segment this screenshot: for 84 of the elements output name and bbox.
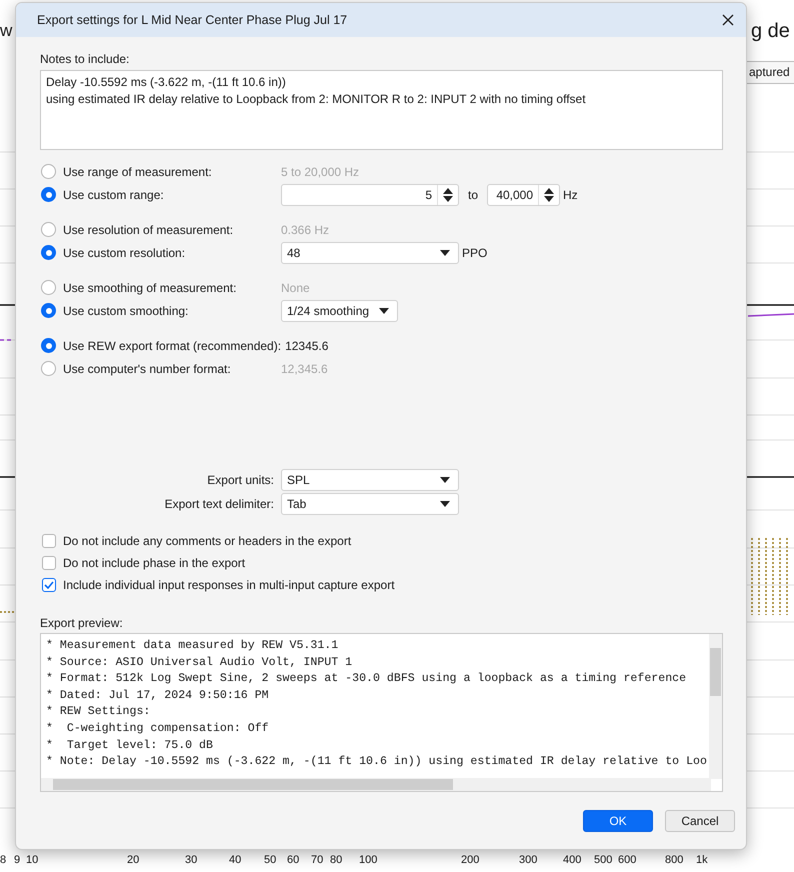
option-label: Use computer's number format: <box>63 360 231 378</box>
checkbox[interactable] <box>42 556 56 570</box>
axis-label: 50 <box>264 853 276 867</box>
radio-button[interactable] <box>41 338 56 353</box>
radio-button[interactable] <box>41 361 56 376</box>
axis-label: 600 <box>618 853 636 867</box>
checkbox-label: Include individual input responses in multi-input capture export <box>63 577 395 594</box>
axis-label: 200 <box>461 853 480 867</box>
option-label: Use smoothing of measurement: <box>63 280 236 296</box>
radio-button[interactable] <box>41 245 56 260</box>
axis-label: 8 <box>0 853 6 867</box>
dropdown[interactable]: 48 <box>281 242 459 264</box>
option-value: None <box>281 280 310 296</box>
caret-icon <box>440 476 450 482</box>
radio-button[interactable] <box>41 303 56 318</box>
horizontal-scrollbar[interactable] <box>41 778 711 791</box>
axis-label: 30 <box>185 853 198 867</box>
notes-line: Delay -10.5592 ms (-3.622 m, -(11 ft 10.6 in)) <box>46 74 286 90</box>
axis-label: 60 <box>287 853 300 867</box>
preview-line: * REW Settings: <box>46 704 150 720</box>
cancel-button[interactable]: Cancel <box>665 810 735 832</box>
notes-field[interactable]: Delay -10.5592 ms (-3.622 m, -(11 ft 10.6 in)) using estimated IR delay relative to Loopback from 2: MONITOR R to 2: INPUT 2 with no timing offset <box>40 70 723 150</box>
preview-line: * Note: Delay -10.5592 ms (-3.622 m, -(11 ft 10.6 in)) using estimated IR delay relative to Loo <box>46 754 707 770</box>
spinner-arrows-icon[interactable] <box>544 188 554 202</box>
axis-label: 9 <box>14 853 20 867</box>
field-label: Export units: <box>207 472 274 488</box>
axis-label: 100 <box>359 853 378 867</box>
axis-label: 500 <box>594 853 612 867</box>
preview-line: * Target level: 75.0 dB <box>46 738 213 754</box>
vertical-scrollbar[interactable] <box>709 634 722 779</box>
option-label: Use resolution of measurement: <box>63 222 234 238</box>
axis-label: 1k <box>696 853 708 867</box>
axis-label: 70 <box>311 853 324 867</box>
spinner-arrows-icon[interactable] <box>443 188 453 202</box>
ok-button[interactable]: OK <box>583 810 653 832</box>
preview-line: * Dated: Jul 17, 2024 9:50:16 PM <box>46 688 269 704</box>
option-label: Use REW export format (recommended): <box>63 338 282 354</box>
checkbox-label: Do not include any comments or headers in the export <box>63 533 352 550</box>
radio-button[interactable] <box>41 280 56 295</box>
captured-button[interactable]: aptured <box>744 61 794 84</box>
preview-label: Export preview: <box>40 616 123 630</box>
axis-label: 80 <box>330 853 342 867</box>
checkbox[interactable] <box>42 534 56 548</box>
close-icon[interactable] <box>722 14 734 26</box>
radio-button[interactable] <box>41 222 56 237</box>
option-value: 12,345.6 <box>281 360 328 378</box>
caret-icon <box>379 308 390 314</box>
axis-label: 300 <box>519 853 538 867</box>
axis-label: 10 <box>26 853 38 867</box>
option-value: 0.366 Hz <box>281 222 330 238</box>
number-field[interactable]: 5 <box>281 184 459 206</box>
notes-line: using estimated IR delay relative to Loopback from 2: MONITOR R to 2: INPUT 2 with no timing offset <box>46 90 586 107</box>
dropdown[interactable]: Tab <box>281 492 459 514</box>
checkbox-label: Do not include phase in the export <box>63 555 246 572</box>
preview-line: * Measurement data measured by REW V5.31.1 <box>46 638 338 654</box>
number-field[interactable]: 40,000 <box>487 184 560 206</box>
dropdown[interactable]: 1/24 smoothing <box>281 300 398 322</box>
page-heading: g de <box>751 19 790 44</box>
option-value: 12345.6 <box>285 338 328 354</box>
option-label: Use range of measurement: <box>63 164 212 180</box>
axis-label: 40 <box>229 853 242 867</box>
axis-label: 800 <box>665 853 684 867</box>
checkbox[interactable] <box>42 578 56 592</box>
axis-label: 20 <box>127 853 140 867</box>
option-value: 5 to 20,000 Hz <box>281 164 360 180</box>
range-separator: to <box>468 186 478 204</box>
field-label: Export text delimiter: <box>164 496 274 512</box>
preview-line: * Format: 512k Log Swept Sine, 2 sweeps at -30.0 dBFS using a loopback as a timing reference <box>46 671 686 688</box>
option-label: Use custom range: <box>63 186 164 204</box>
radio-button[interactable] <box>41 164 56 179</box>
dropdown[interactable]: SPL <box>281 468 459 490</box>
caret-icon <box>440 500 450 506</box>
page-heading: w <box>0 20 12 42</box>
option-label: Use custom smoothing: <box>63 302 188 320</box>
axis-label: 400 <box>563 853 582 867</box>
window-title: Export settings for L Mid Near Center Phase Plug Jul 17 <box>37 12 348 29</box>
preview-line: * C-weighting compensation: Off <box>46 720 269 737</box>
unit-label: Hz <box>563 186 578 204</box>
option-label: Use custom resolution: <box>63 244 186 262</box>
unit-label: PPO <box>462 244 488 262</box>
notes-label: Notes to include: <box>40 52 130 66</box>
caret-icon <box>440 250 450 256</box>
preview-line: * Source: ASIO Universal Audio Volt, INPUT 1 <box>46 654 352 671</box>
radio-button[interactable] <box>41 187 56 202</box>
